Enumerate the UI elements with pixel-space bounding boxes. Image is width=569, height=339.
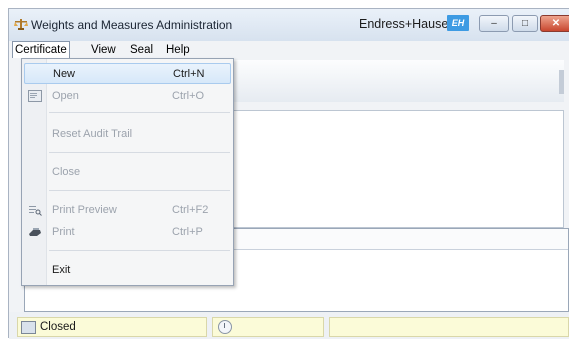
- menu-separator: [49, 250, 230, 251]
- menu-item-reset-audit-trail[interactable]: Reset Audit Trail: [24, 124, 231, 145]
- print-icon: [29, 228, 41, 236]
- menu-item-print[interactable]: Print Ctrl+P: [24, 222, 231, 243]
- maximize-icon: □: [521, 18, 529, 29]
- menu-certificate[interactable]: Certificate: [12, 41, 70, 58]
- scales-icon: [14, 19, 28, 30]
- maximize-button[interactable]: □: [512, 15, 538, 32]
- brand-logo: EH: [447, 15, 469, 31]
- close-button[interactable]: ✕: [540, 15, 569, 32]
- certificate-menu: New Ctrl+N Open Ctrl+O Reset Audit Trail…: [21, 58, 234, 286]
- status-state-cell: Closed: [17, 317, 207, 337]
- menu-separator: [49, 152, 230, 153]
- menu-item-shortcut: Ctrl+F2: [172, 204, 209, 216]
- toolbar: [234, 60, 564, 102]
- menu-item-exit[interactable]: Exit: [24, 260, 231, 281]
- menu-item-label: Open: [52, 90, 79, 102]
- menu-seal[interactable]: Seal: [128, 42, 155, 58]
- menu-item-shortcut: Ctrl+N: [173, 68, 205, 80]
- open-icon: [28, 90, 42, 102]
- menu-view[interactable]: View: [89, 42, 118, 58]
- menu-item-close[interactable]: Close: [24, 162, 231, 183]
- close-icon: ✕: [551, 18, 561, 29]
- status-bar: Closed: [9, 312, 569, 339]
- print-preview-icon: [29, 206, 42, 216]
- minimize-icon: –: [491, 18, 497, 29]
- details-panel: [234, 110, 564, 228]
- minimize-button[interactable]: –: [479, 15, 509, 32]
- menu-item-label: Print: [52, 226, 75, 238]
- menu-item-label: Reset Audit Trail: [52, 128, 133, 140]
- menu-item-new[interactable]: New Ctrl+N: [24, 63, 231, 84]
- clock-icon: [218, 320, 232, 334]
- brand-name: Endress+Hauser: [359, 17, 453, 31]
- status-message-cell: [329, 317, 569, 337]
- menu-item-open[interactable]: Open Ctrl+O: [24, 86, 231, 107]
- menu-item-label: New: [53, 68, 76, 80]
- menu-item-print-preview[interactable]: Print Preview Ctrl+F2: [24, 200, 231, 221]
- window-title: Weights and Measures Administration: [31, 18, 233, 32]
- menu-item-label: Print Preview: [52, 204, 117, 216]
- status-state-text: Closed: [40, 321, 76, 333]
- menu-item-label: Close: [52, 166, 81, 178]
- menu-item-shortcut: Ctrl+P: [172, 226, 203, 238]
- document-icon: [21, 321, 36, 334]
- toolbar-grip[interactable]: [559, 70, 564, 94]
- menu-bar: Certificate View Seal Help: [9, 41, 569, 59]
- menu-separator: [49, 112, 230, 113]
- title-bar[interactable]: Weights and Measures Administration Endr…: [9, 9, 569, 41]
- menu-separator: [49, 190, 230, 191]
- status-time-cell: [212, 317, 324, 337]
- menu-item-label: Exit: [52, 264, 71, 276]
- menu-help[interactable]: Help: [164, 42, 192, 58]
- menu-item-shortcut: Ctrl+O: [172, 90, 205, 102]
